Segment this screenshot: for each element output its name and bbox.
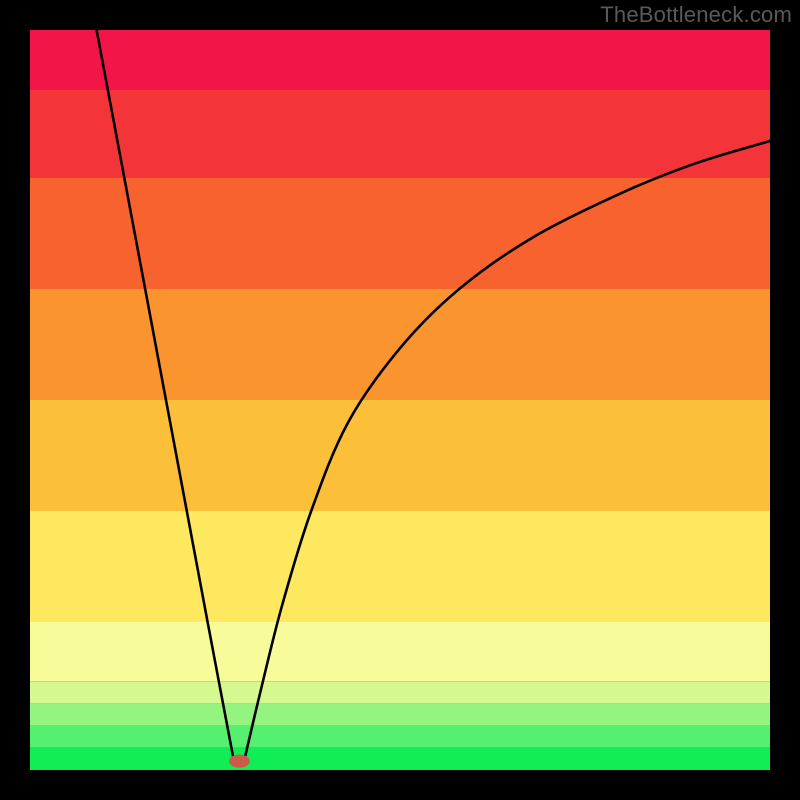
- gradient-background: [30, 30, 770, 770]
- gradient-band: [30, 89, 770, 178]
- gradient-band: [30, 400, 770, 511]
- optimal-marker: [229, 754, 250, 767]
- gradient-band: [30, 748, 770, 770]
- gradient-band: [30, 289, 770, 400]
- gradient-band: [30, 703, 770, 725]
- chart-frame: TheBottleneck.com: [0, 0, 800, 800]
- gradient-band: [30, 511, 770, 622]
- gradient-band: [30, 30, 770, 89]
- gradient-band: [30, 726, 770, 748]
- chart-plot: [30, 30, 770, 770]
- watermark-text: TheBottleneck.com: [600, 2, 792, 28]
- gradient-band: [30, 622, 770, 681]
- gradient-band: [30, 681, 770, 703]
